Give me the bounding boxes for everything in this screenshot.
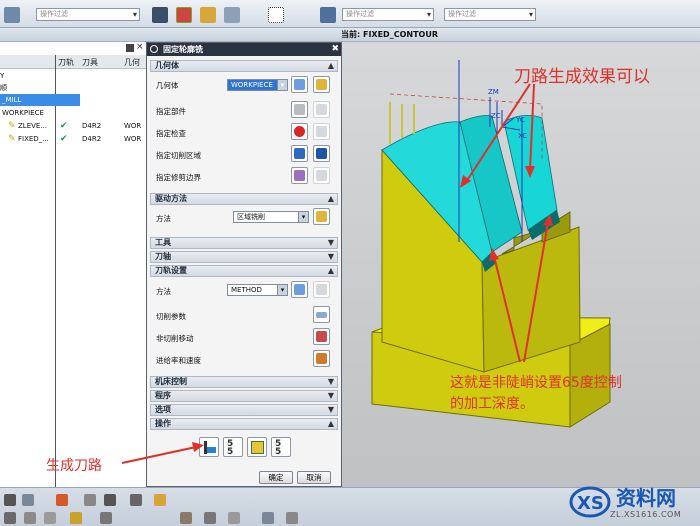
tool-icon[interactable] — [100, 512, 112, 524]
watermark-logo: XS 资料网 ZL.XS1616.COM — [566, 480, 696, 524]
tool-icon[interactable] — [154, 494, 166, 506]
tool-icon[interactable] — [44, 512, 56, 524]
annotation-arrow — [121, 446, 197, 464]
arrowhead — [192, 442, 204, 452]
svg-text:XS: XS — [577, 493, 604, 514]
tool-icon[interactable] — [24, 512, 36, 524]
tool-icon[interactable] — [4, 512, 16, 524]
tool-icon[interactable] — [104, 494, 116, 506]
annotation-generate-path: 生成刀路 — [46, 458, 102, 474]
tool-icon[interactable] — [228, 512, 240, 524]
tool-icon[interactable] — [70, 512, 82, 524]
watermark-name: 资料网 — [616, 486, 676, 510]
tool-icon[interactable] — [180, 512, 192, 524]
tool-icon[interactable] — [262, 512, 274, 524]
watermark-url: ZL.XS1616.COM — [610, 510, 682, 519]
tool-icon[interactable] — [22, 494, 34, 506]
tool-icon[interactable] — [204, 512, 216, 524]
xs-logo-icon: XS — [569, 486, 611, 518]
tool-icon[interactable] — [4, 494, 16, 506]
tool-icon[interactable] — [130, 494, 142, 506]
left-annotation-overlay — [121, 442, 204, 464]
tool-icon[interactable] — [84, 494, 96, 506]
tool-icon[interactable] — [56, 494, 68, 506]
tool-icon[interactable] — [286, 512, 298, 524]
